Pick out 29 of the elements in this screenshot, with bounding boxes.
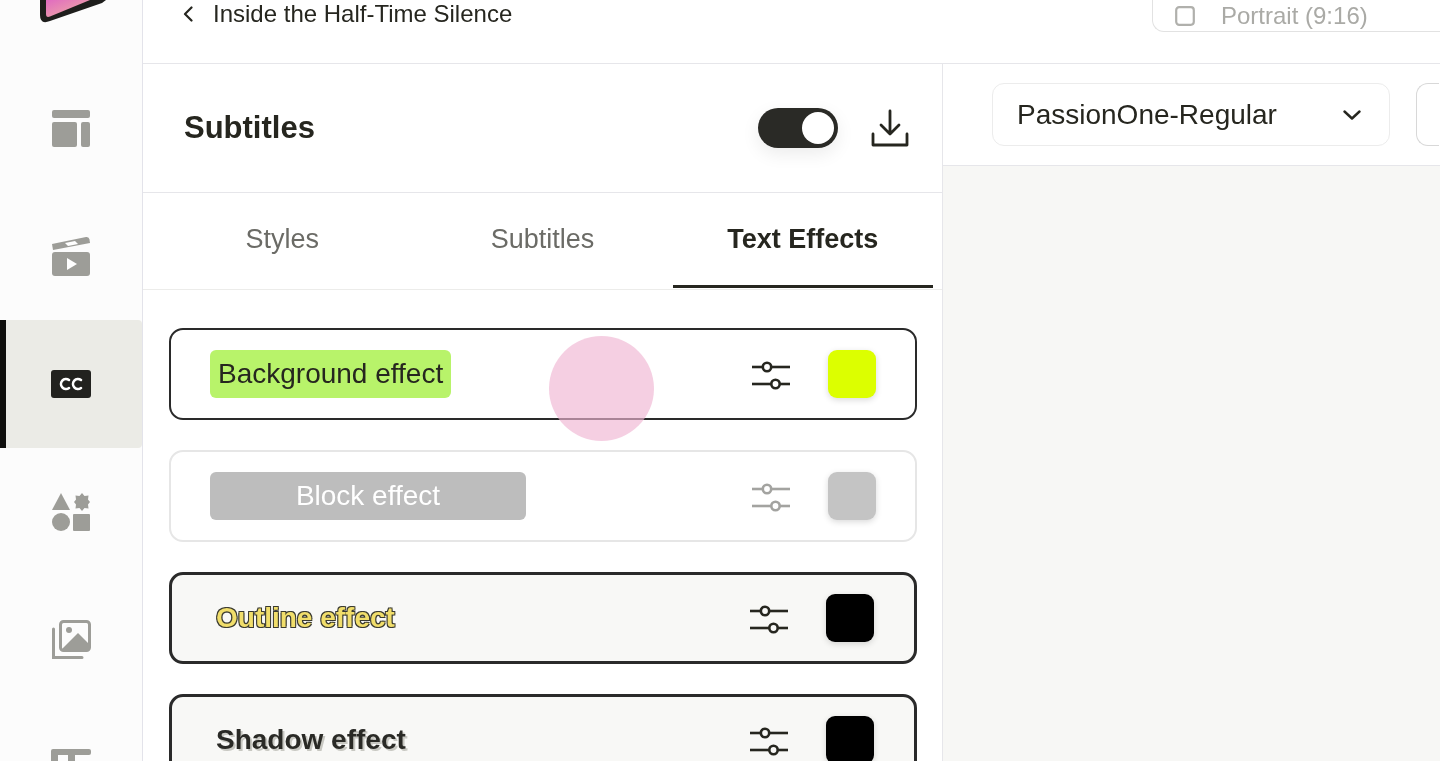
color-swatch-icon[interactable]: [826, 594, 874, 642]
toggle-switch[interactable]: [758, 108, 838, 148]
font-dropdown[interactable]: PassionOne-Regular: [992, 83, 1390, 146]
panel-tab[interactable]: Text Effects: [672, 193, 933, 288]
square-icon: [1175, 5, 1195, 26]
layout-icon: [52, 109, 90, 147]
effect-card[interactable]: Background effect: [169, 328, 917, 420]
grid-icon: [51, 749, 91, 761]
effect-label: Outline effect: [216, 601, 395, 635]
panel-title: Subtitles: [184, 110, 315, 146]
effect-label: Background effect: [210, 350, 452, 398]
logo-icon[interactable]: [40, 0, 106, 24]
panel-tab[interactable]: Styles: [152, 193, 413, 288]
clapperboard-icon: [51, 236, 91, 276]
images-icon: [51, 620, 91, 660]
effect-label: Block effect: [210, 472, 526, 520]
captions-icon: [51, 370, 91, 398]
project-title: Inside the Half-Time Silence: [213, 0, 513, 28]
color-swatch-icon[interactable]: [828, 350, 876, 398]
chevron-down-icon: [1343, 109, 1361, 120]
effect-label: Shadow effect: [216, 723, 406, 757]
panel-tab[interactable]: Subtitles: [412, 193, 673, 288]
shapes-icon: [52, 493, 90, 531]
circle-marker-icon: [549, 336, 654, 441]
download-icon[interactable]: [870, 108, 910, 148]
chevron-left-icon[interactable]: [183, 6, 193, 22]
sidebar-tab[interactable]: [0, 320, 142, 448]
color-swatch-icon[interactable]: [826, 716, 874, 761]
effect-card[interactable]: Shadow effect: [169, 694, 917, 761]
